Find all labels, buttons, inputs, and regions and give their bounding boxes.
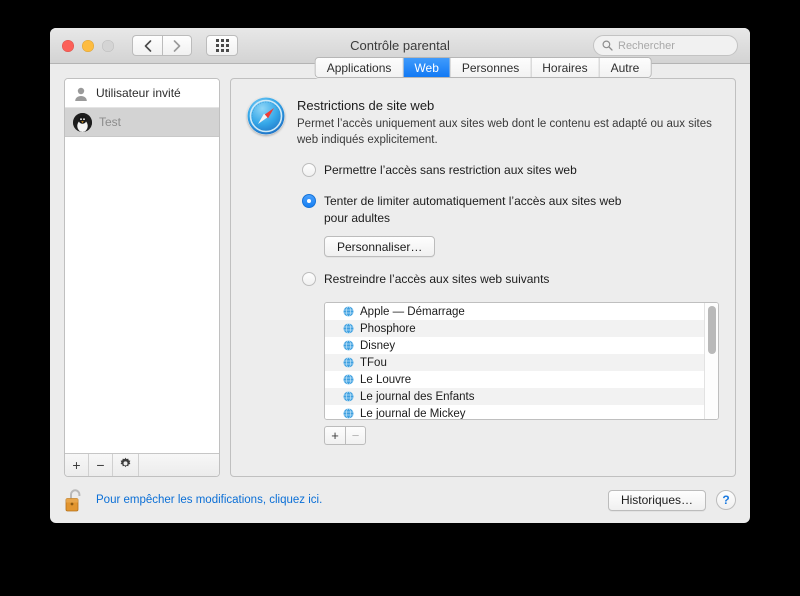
radio-option-unrestricted[interactable]: Permettre l’accès sans restriction aux s… bbox=[302, 162, 719, 179]
website-list-rows: Apple — Démarrage Phosphore Disney TFou … bbox=[325, 303, 704, 420]
sidebar-footer: + − bbox=[65, 453, 219, 476]
list-item[interactable]: Le journal de Mickey bbox=[325, 405, 704, 420]
back-button[interactable] bbox=[132, 35, 162, 56]
tab-web[interactable]: Web bbox=[403, 58, 451, 77]
list-item[interactable]: Le Louvre bbox=[325, 371, 704, 389]
globe-icon bbox=[343, 374, 354, 386]
lock-message[interactable]: Pour empêcher les modifications, cliquez… bbox=[96, 494, 322, 506]
list-item[interactable]: TFou bbox=[325, 354, 704, 372]
window-body: Utilisateur invité Test + − Applications… bbox=[50, 57, 750, 477]
sidebar-item-label: Test bbox=[99, 115, 122, 129]
globe-icon bbox=[343, 391, 354, 403]
chevron-right-icon bbox=[173, 39, 181, 52]
radio-button[interactable] bbox=[302, 163, 316, 178]
list-item-label: Phosphore bbox=[360, 322, 416, 335]
customize-button-wrap: Personnaliser… bbox=[324, 236, 719, 258]
tab-bar: Applications Web Personnes Horaires Autr… bbox=[314, 57, 652, 78]
sidebar-item-guest[interactable]: Utilisateur invité bbox=[65, 79, 219, 108]
forward-button[interactable] bbox=[162, 35, 192, 56]
remove-website-button[interactable]: − bbox=[345, 426, 366, 446]
search-icon bbox=[602, 40, 613, 51]
globe-icon bbox=[343, 357, 354, 369]
restriction-options: Permettre l’accès sans restriction aux s… bbox=[302, 162, 719, 446]
radio-option-auto-limit[interactable]: Tenter de limiter automatiquement l’accè… bbox=[302, 193, 719, 227]
parental-controls-window: Contrôle parental Utilisateur invi bbox=[50, 28, 750, 523]
globe-icon bbox=[343, 323, 354, 335]
navigation-buttons bbox=[132, 35, 192, 56]
radio-button-selected[interactable] bbox=[302, 193, 316, 208]
sidebar-item-label: Utilisateur invité bbox=[96, 86, 181, 100]
traffic-lights bbox=[62, 39, 114, 52]
content-panel: Applications Web Personnes Horaires Autr… bbox=[230, 57, 736, 477]
list-item[interactable]: Apple — Démarrage bbox=[325, 303, 704, 321]
list-scrollbar[interactable] bbox=[704, 303, 718, 420]
globe-icon bbox=[343, 340, 354, 352]
list-item-label: Disney bbox=[360, 339, 396, 352]
safari-compass-icon bbox=[247, 97, 285, 135]
customize-button[interactable]: Personnaliser… bbox=[324, 236, 436, 258]
list-item-label: Le journal de Mickey bbox=[360, 407, 466, 420]
window-footer: Pour empêcher les modifications, cliquez… bbox=[50, 477, 750, 523]
section-header: Restrictions de site web Permet l’accès … bbox=[247, 97, 719, 148]
minimize-button[interactable] bbox=[82, 39, 94, 52]
scrollbar-thumb[interactable] bbox=[708, 306, 716, 355]
user-list: Utilisateur invité Test bbox=[65, 79, 219, 453]
remove-user-button[interactable]: − bbox=[89, 454, 113, 476]
unlocked-padlock-icon[interactable] bbox=[64, 487, 86, 513]
tab-horaires[interactable]: Horaires bbox=[531, 58, 600, 77]
close-button[interactable] bbox=[62, 39, 74, 52]
user-sidebar: Utilisateur invité Test + − bbox=[64, 78, 220, 477]
list-item[interactable]: Le journal des Enfants bbox=[325, 388, 704, 406]
radio-option-allowed-list[interactable]: Restreindre l’accès aux sites web suivan… bbox=[302, 271, 719, 288]
sidebar-item-test[interactable]: Test bbox=[65, 108, 219, 137]
radio-button[interactable] bbox=[302, 272, 316, 287]
radio-label: Permettre l’accès sans restriction aux s… bbox=[324, 163, 577, 178]
show-all-button[interactable] bbox=[206, 35, 238, 56]
radio-label: Tenter de limiter automatiquement l’accè… bbox=[324, 193, 622, 225]
radio-label: Restreindre l’accès aux sites web suivan… bbox=[324, 272, 550, 287]
list-item-label: Apple — Démarrage bbox=[360, 305, 465, 318]
list-item-label: TFou bbox=[360, 356, 387, 369]
sidebar-footer-spacer bbox=[139, 454, 219, 476]
list-item[interactable]: Phosphore bbox=[325, 320, 704, 338]
add-website-button[interactable]: + bbox=[324, 426, 345, 446]
penguin-avatar bbox=[73, 112, 92, 132]
tab-personnes[interactable]: Personnes bbox=[450, 58, 532, 77]
add-user-button[interactable]: + bbox=[65, 454, 89, 476]
history-button[interactable]: Historiques… bbox=[607, 489, 706, 511]
search-field[interactable] bbox=[593, 35, 738, 56]
guest-user-icon bbox=[73, 85, 89, 102]
tab-applications[interactable]: Applications bbox=[315, 58, 404, 77]
list-item-label: Le journal des Enfants bbox=[360, 390, 475, 403]
web-settings-pane: Restrictions de site web Permet l’accès … bbox=[231, 79, 735, 446]
show-all-grid-icon bbox=[215, 39, 229, 52]
list-item[interactable]: Disney bbox=[325, 337, 704, 355]
tab-autre[interactable]: Autre bbox=[599, 58, 651, 77]
website-list[interactable]: Apple — Démarrage Phosphore Disney TFou … bbox=[324, 302, 719, 421]
list-edit-buttons: + − bbox=[324, 426, 719, 446]
list-item-label: Le Louvre bbox=[360, 373, 412, 386]
gear-icon bbox=[119, 457, 132, 473]
settings-gear-button[interactable] bbox=[113, 454, 139, 476]
page-description: Permet l’accès uniquement aux sites web … bbox=[297, 118, 712, 146]
globe-icon bbox=[343, 408, 354, 420]
globe-icon bbox=[343, 306, 354, 318]
search-input[interactable] bbox=[618, 39, 718, 52]
chevron-left-icon bbox=[144, 39, 152, 52]
section-header-text: Restrictions de site web Permet l’accès … bbox=[297, 97, 717, 148]
zoom-button[interactable] bbox=[102, 39, 114, 52]
page-title: Restrictions de site web bbox=[297, 98, 435, 113]
help-button[interactable]: ? bbox=[716, 490, 736, 510]
